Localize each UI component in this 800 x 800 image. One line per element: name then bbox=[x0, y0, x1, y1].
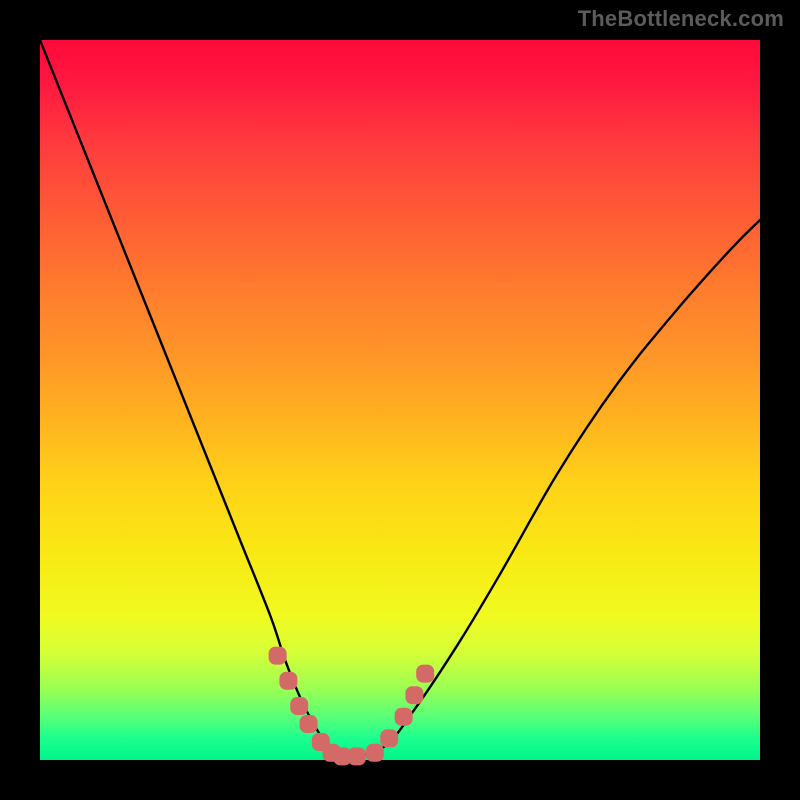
curve-marker bbox=[416, 665, 434, 683]
curve-markers bbox=[269, 647, 435, 766]
curve-marker bbox=[395, 708, 413, 726]
curve-marker bbox=[290, 697, 308, 715]
chart-frame: TheBottleneck.com bbox=[0, 0, 800, 800]
plot-area bbox=[40, 40, 760, 760]
bottleneck-curve bbox=[40, 40, 760, 758]
curve-svg bbox=[40, 40, 760, 760]
curve-marker bbox=[279, 672, 297, 690]
curve-marker bbox=[269, 647, 287, 665]
curve-marker bbox=[300, 715, 318, 733]
curve-marker bbox=[366, 744, 384, 762]
curve-marker bbox=[405, 686, 423, 704]
watermark-label: TheBottleneck.com bbox=[578, 6, 784, 32]
curve-marker bbox=[348, 747, 366, 765]
curve-marker bbox=[380, 729, 398, 747]
